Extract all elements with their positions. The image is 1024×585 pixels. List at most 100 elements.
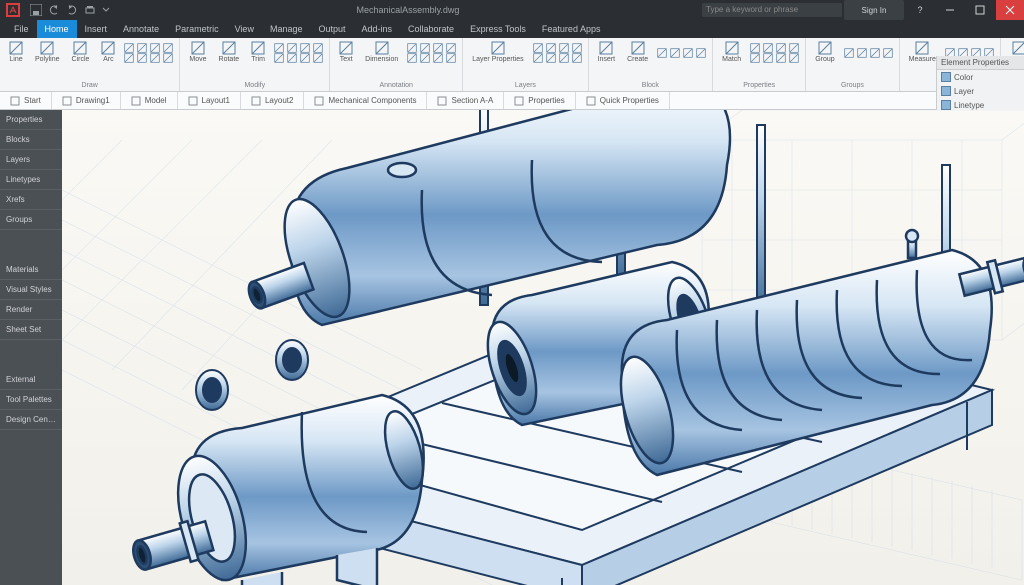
search-input[interactable]: Type a keyword or phrase: [702, 3, 842, 17]
menu-item-collaborate[interactable]: Collaborate: [400, 20, 462, 38]
close-button[interactable]: [996, 0, 1024, 20]
sidebar-item-blocks[interactable]: Blocks: [0, 130, 62, 150]
sidebar-item-visual-styles[interactable]: Visual Styles: [0, 280, 62, 300]
mini-tool-icon[interactable]: [163, 43, 173, 53]
mini-tool-icon[interactable]: [789, 53, 799, 63]
menu-item-add-ins[interactable]: Add-ins: [354, 20, 401, 38]
sidebar-item-groups[interactable]: Groups: [0, 210, 62, 230]
mini-tool-icon[interactable]: [150, 43, 160, 53]
sidebar-item-xrefs[interactable]: Xrefs: [0, 190, 62, 210]
trim-button[interactable]: Trim: [248, 40, 268, 65]
mini-tool-icon[interactable]: [683, 48, 693, 58]
menu-item-annotate[interactable]: Annotate: [115, 20, 167, 38]
menu-item-output[interactable]: Output: [310, 20, 353, 38]
mini-tool-icon[interactable]: [150, 53, 160, 63]
mini-tool-icon[interactable]: [433, 43, 443, 53]
mini-tool-icon[interactable]: [287, 43, 297, 53]
menu-item-express-tools[interactable]: Express Tools: [462, 20, 534, 38]
mini-tool-icon[interactable]: [763, 43, 773, 53]
sidebar-item-properties[interactable]: Properties: [0, 110, 62, 130]
tab-layout1[interactable]: Layout1: [178, 92, 241, 109]
measure-button[interactable]: Measure: [906, 40, 939, 65]
mini-tool-icon[interactable]: [857, 48, 867, 58]
menu-item-insert[interactable]: Insert: [77, 20, 116, 38]
mini-tool-icon[interactable]: [420, 53, 430, 63]
rotate-button[interactable]: Rotate: [216, 40, 243, 65]
menu-item-home[interactable]: Home: [37, 20, 77, 38]
mini-tool-icon[interactable]: [546, 43, 556, 53]
mini-tool-icon[interactable]: [163, 53, 173, 63]
qat-dropdown-icon[interactable]: [102, 4, 110, 16]
sidebar-item-linetypes[interactable]: Linetypes: [0, 170, 62, 190]
mini-tool-icon[interactable]: [533, 43, 543, 53]
mini-tool-icon[interactable]: [313, 43, 323, 53]
mini-tool-icon[interactable]: [446, 53, 456, 63]
mini-tool-icon[interactable]: [420, 43, 430, 53]
save-icon[interactable]: [30, 4, 42, 16]
mini-tool-icon[interactable]: [870, 48, 880, 58]
mini-tool-icon[interactable]: [559, 53, 569, 63]
mini-tool-icon[interactable]: [559, 43, 569, 53]
mini-tool-icon[interactable]: [446, 43, 456, 53]
mini-tool-icon[interactable]: [137, 53, 147, 63]
mini-tool-icon[interactable]: [883, 48, 893, 58]
mini-tool-icon[interactable]: [670, 48, 680, 58]
mini-tool-icon[interactable]: [776, 43, 786, 53]
mini-tool-icon[interactable]: [776, 53, 786, 63]
undo-icon[interactable]: [48, 4, 60, 16]
move-button[interactable]: Move: [186, 40, 209, 65]
mini-tool-icon[interactable]: [657, 48, 667, 58]
arc-button[interactable]: Arc: [98, 40, 118, 65]
prop-row-color[interactable]: Color: [937, 70, 1024, 84]
create-button[interactable]: Create: [624, 40, 651, 65]
mini-tool-icon[interactable]: [546, 53, 556, 63]
layer-button[interactable]: Layer Properties: [469, 40, 526, 65]
tab-layout2[interactable]: Layout2: [241, 92, 304, 109]
dimension-button[interactable]: Dimension: [362, 40, 401, 65]
sidebar-item-render[interactable]: Render: [0, 300, 62, 320]
tab-start[interactable]: Start: [0, 92, 52, 109]
text-button[interactable]: Text: [336, 40, 356, 65]
help-button[interactable]: ?: [906, 0, 934, 20]
menu-item-manage[interactable]: Manage: [262, 20, 311, 38]
tab-drawing1[interactable]: Drawing1: [52, 92, 121, 109]
menu-item-featured-apps[interactable]: Featured Apps: [534, 20, 609, 38]
mini-tool-icon[interactable]: [407, 53, 417, 63]
mini-tool-icon[interactable]: [274, 53, 284, 63]
polyline-button[interactable]: Polyline: [32, 40, 63, 65]
mini-tool-icon[interactable]: [789, 43, 799, 53]
mini-tool-icon[interactable]: [274, 43, 284, 53]
sidebar-item-materials[interactable]: Materials: [0, 260, 62, 280]
mini-tool-icon[interactable]: [124, 43, 134, 53]
mini-tool-icon[interactable]: [844, 48, 854, 58]
line-button[interactable]: Line: [6, 40, 26, 65]
mini-tool-icon[interactable]: [750, 43, 760, 53]
redo-icon[interactable]: [66, 4, 78, 16]
circle-button[interactable]: Circle: [69, 40, 93, 65]
model-viewport[interactable]: [62, 110, 1024, 585]
mini-tool-icon[interactable]: [533, 53, 543, 63]
mini-tool-icon[interactable]: [572, 43, 582, 53]
menu-item-file[interactable]: File: [6, 20, 37, 38]
tab-mechanical-components[interactable]: Mechanical Components: [304, 92, 427, 109]
tab-section-a-a[interactable]: Section A‑A: [427, 92, 504, 109]
minimize-button[interactable]: [936, 0, 964, 20]
sidebar-item-tool-palettes[interactable]: Tool Palettes: [0, 390, 62, 410]
sidebar-item-external[interactable]: External: [0, 370, 62, 390]
sidebar-item-sheet-set[interactable]: Sheet Set: [0, 320, 62, 340]
mini-tool-icon[interactable]: [407, 43, 417, 53]
insert-button[interactable]: Insert: [595, 40, 619, 65]
maximize-button[interactable]: [966, 0, 994, 20]
group-button[interactable]: Group: [812, 40, 837, 65]
tab-properties[interactable]: Properties: [504, 92, 575, 109]
mini-tool-icon[interactable]: [572, 53, 582, 63]
menu-item-view[interactable]: View: [227, 20, 262, 38]
match-button[interactable]: Match: [719, 40, 744, 65]
menu-item-parametric[interactable]: Parametric: [167, 20, 227, 38]
print-icon[interactable]: [84, 4, 96, 16]
mini-tool-icon[interactable]: [124, 53, 134, 63]
mini-tool-icon[interactable]: [300, 43, 310, 53]
tab-quick-properties[interactable]: Quick Properties: [576, 92, 670, 109]
mini-tool-icon[interactable]: [313, 53, 323, 63]
sidebar-item-design-center[interactable]: Design Center: [0, 410, 62, 430]
